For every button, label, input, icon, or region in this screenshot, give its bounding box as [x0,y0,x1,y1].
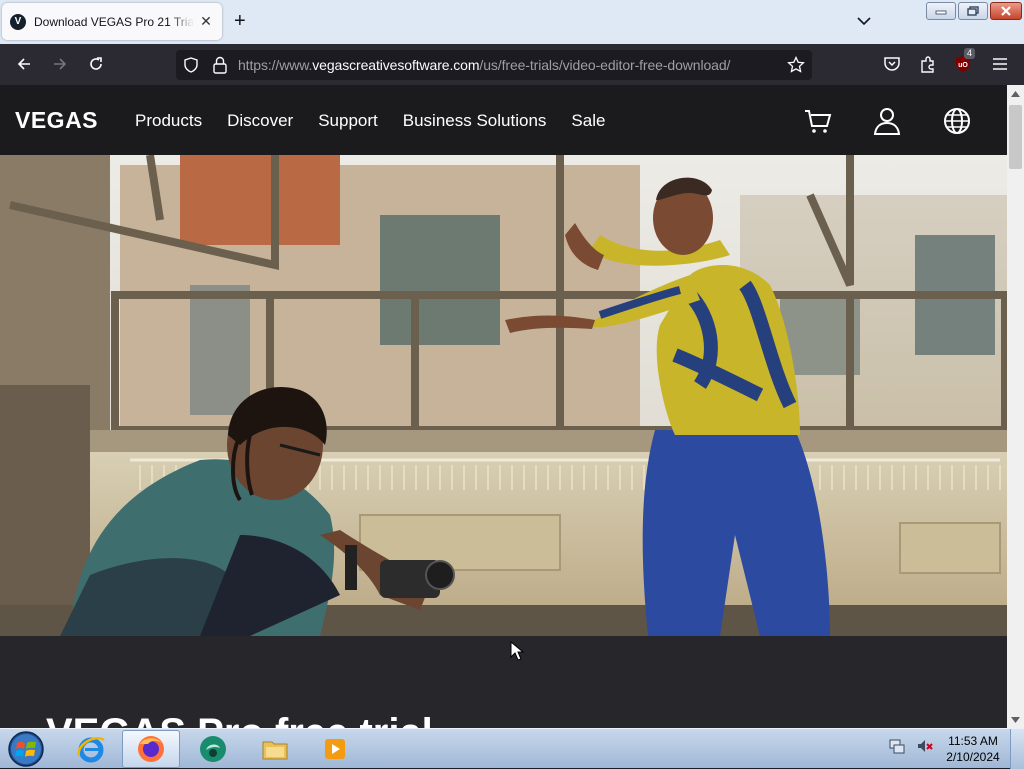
forward-button[interactable] [48,52,72,76]
puzzle-piece-icon [921,56,934,73]
ublock-extension-button[interactable]: uO 4 [952,48,976,76]
back-arrow-icon [17,58,30,70]
minimize-icon [935,10,947,15]
hamburger-menu-icon [993,58,1007,70]
restore-button[interactable] [958,2,988,20]
nav-business-solutions[interactable]: Business Solutions [403,111,547,131]
site-header: VEGAS Products Discover Support Business… [0,85,1007,155]
taskbar-app[interactable] [184,730,242,768]
nav-sale[interactable]: Sale [571,111,605,131]
hero-image [0,155,1007,636]
back-button[interactable] [12,52,36,76]
lock-icon[interactable] [212,56,228,74]
windows-taskbar: 11:53 AM 2/10/2024 [0,728,1024,769]
scroll-down-arrow-icon [1011,716,1020,723]
mouse-cursor-icon [510,641,524,661]
close-tab-icon[interactable]: ✕ [198,13,214,30]
system-tray [888,737,934,755]
minimize-button[interactable] [926,2,956,20]
url-path: /us/free-trials/video-editor-free-downlo… [479,57,731,73]
nav-support[interactable]: Support [318,111,378,131]
volume-muted-icon[interactable] [916,737,934,755]
scroll-down-button[interactable] [1007,711,1024,728]
reload-icon [90,57,102,70]
cart-icon[interactable] [803,106,833,136]
tab-strip: V Download VEGAS Pro 21 Trials ✕ + [0,0,1024,44]
window-controls [926,2,1022,20]
nav-products[interactable]: Products [135,111,202,131]
internet-explorer-icon [77,737,105,763]
url-prefix: https://www. [238,57,313,73]
svg-text:uO: uO [958,62,968,69]
nav-discover[interactable]: Discover [227,111,293,131]
scroll-up-button[interactable] [1007,85,1024,102]
vegas-logo[interactable]: VEGAS [15,107,98,134]
taskbar-media-player[interactable] [306,730,364,768]
browser-tab[interactable]: V Download VEGAS Pro 21 Trials ✕ [2,3,222,40]
account-icon[interactable] [872,106,902,136]
taskbar-file-explorer[interactable] [246,730,304,768]
hero-photo-illustration [0,155,1007,636]
page-viewport: VEGAS Products Discover Support Business… [0,85,1007,728]
taskbar-internet-explorer[interactable] [62,730,120,768]
taskbar-firefox[interactable] [122,730,180,768]
url-text[interactable]: https://www.vegascreativesoftware.com/us… [238,57,730,73]
scrollbar-thumb[interactable] [1009,105,1022,169]
close-icon [1001,6,1011,16]
extensions-button[interactable] [916,52,940,76]
trial-section: VEGAS Pro free trial [0,636,1007,728]
network-icon[interactable] [888,737,906,755]
clock-date: 2/10/2024 [946,750,1000,764]
page-heading: VEGAS Pro free trial [46,711,433,728]
start-button-windows-orb-icon[interactable] [6,730,46,768]
tracking-protection-shield-icon[interactable] [183,57,199,73]
main-navigation: Products Discover Support Business Solut… [135,111,605,131]
restore-icon [967,6,979,16]
tab-title: Download VEGAS Pro 21 Trials [34,14,194,29]
vegas-favicon-icon: V [10,13,26,30]
app-menu-button[interactable] [988,52,1012,76]
pocket-button[interactable] [880,52,904,76]
chevron-down-icon[interactable] [856,13,872,29]
clock-time: 11:53 AM [948,734,998,748]
reload-button[interactable] [84,52,108,76]
navigation-toolbar: https://www.vegascreativesoftware.com/us… [0,44,1024,85]
globe-icon[interactable] [942,106,972,136]
scroll-up-arrow-icon [1011,90,1020,97]
new-tab-button[interactable]: + [234,11,246,31]
firefox-icon [138,736,164,762]
url-host: vegascreativesoftware.com [312,57,480,73]
forward-arrow-icon [54,58,67,70]
show-desktop-button[interactable] [1010,729,1024,769]
close-window-button[interactable] [990,2,1022,20]
bookmark-star-icon[interactable] [787,56,805,74]
pocket-icon [884,57,900,71]
system-clock[interactable]: 11:53 AM 2/10/2024 [940,733,1006,765]
vertical-scrollbar[interactable] [1007,85,1024,728]
media-player-icon [325,739,345,759]
app-icon [200,736,226,762]
extension-badge: 4 [964,48,976,59]
url-bar[interactable]: https://www.vegascreativesoftware.com/us… [176,50,812,80]
file-explorer-icon [262,741,288,760]
